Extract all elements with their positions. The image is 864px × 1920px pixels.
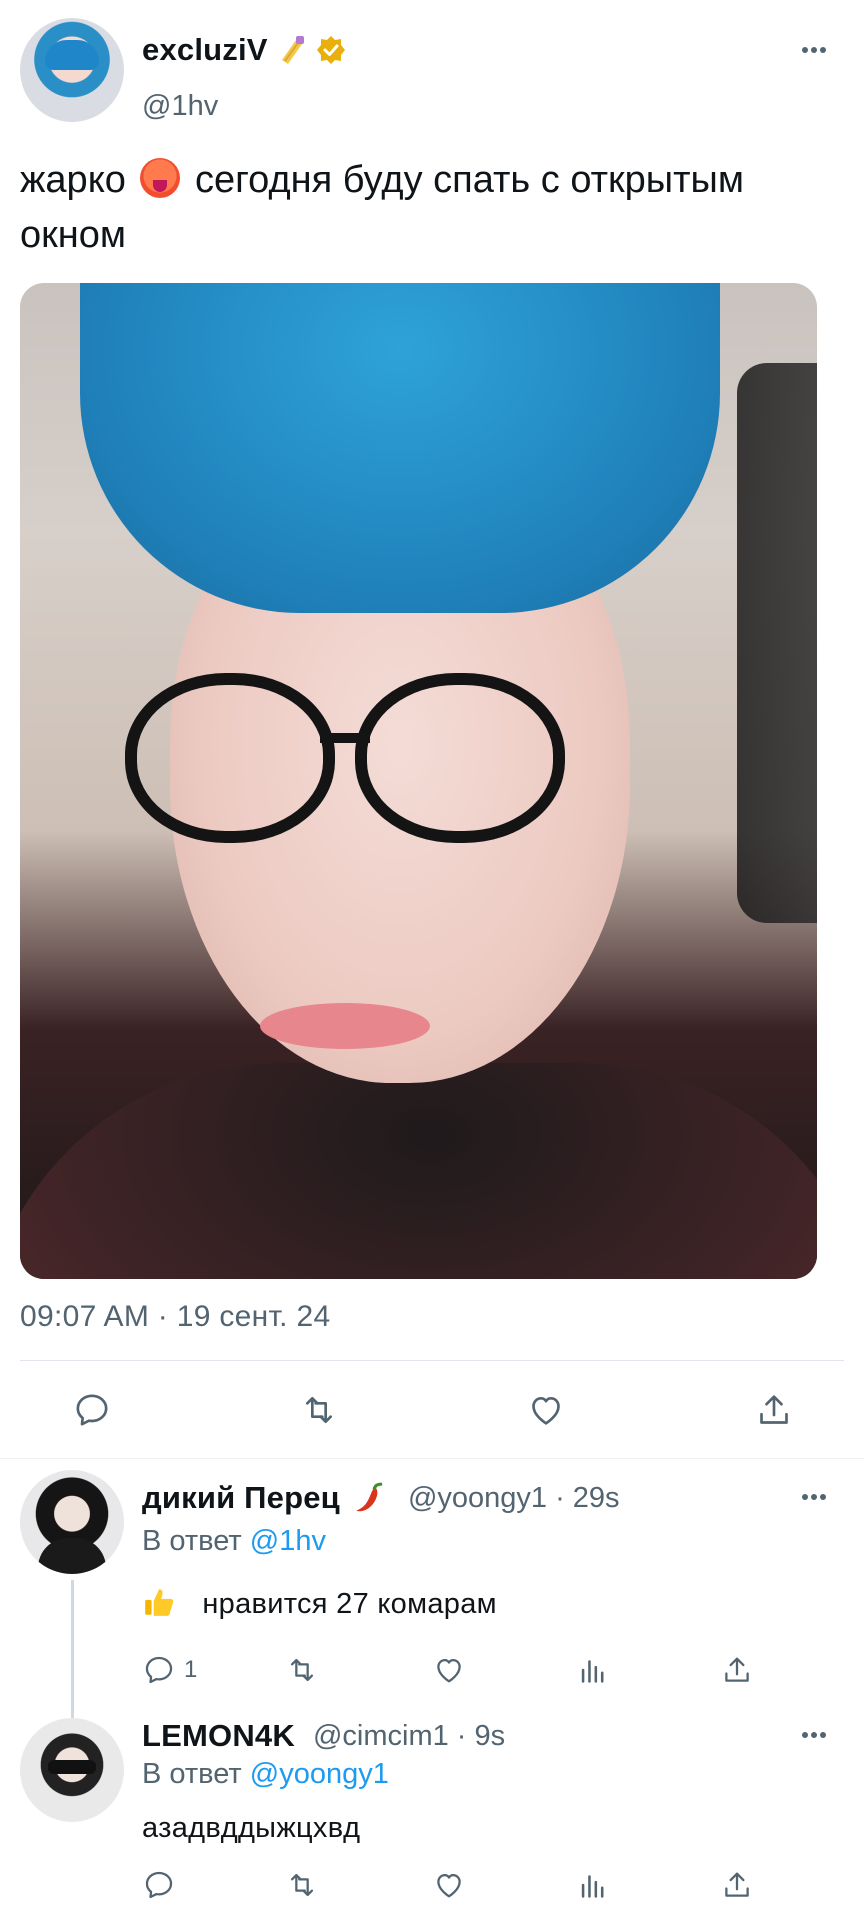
heart-icon[interactable] <box>432 1653 466 1687</box>
mention-link[interactable]: @1hv <box>250 1525 326 1557</box>
nail-polish-icon <box>276 34 308 66</box>
divider <box>0 1458 864 1459</box>
reply-tweet[interactable]: дикий Перец @yoongy1 · 29s В ответ @1hv … <box>0 1470 864 1820</box>
reply-action-bar <box>0 1865 864 1905</box>
display-name[interactable]: excluziV <box>142 32 268 68</box>
share-icon[interactable] <box>754 1390 794 1430</box>
reply-text: азадвддыжцхвд <box>142 1812 361 1844</box>
share-icon[interactable] <box>720 1868 754 1902</box>
tweet-text-before: жарко <box>20 159 126 201</box>
display-name[interactable]: дикий Перец <box>142 1480 340 1516</box>
avatar[interactable] <box>20 18 124 122</box>
author-name-row: excluziV <box>142 32 346 68</box>
hot-pepper-icon <box>352 1481 386 1515</box>
reply-button[interactable]: 1 <box>142 1653 197 1687</box>
avatar[interactable] <box>20 1470 124 1574</box>
tweet-action-bar <box>0 1385 864 1435</box>
tweet-photo[interactable] <box>20 283 817 1279</box>
reply-text: нравится 27 комарам <box>142 1585 497 1621</box>
reply-tweet[interactable]: LEMON4K @cimcim1 · 9s В ответ @yoongy1 а… <box>0 1712 864 1920</box>
divider <box>20 1360 844 1361</box>
more-horizontal-icon[interactable] <box>794 1482 834 1512</box>
analytics-icon[interactable] <box>576 1868 610 1902</box>
tweet-text: жарко сегодня буду спать с открытым окно… <box>20 153 820 263</box>
tweet-timestamp[interactable]: 09:07 AM · 19 сент. 24 <box>20 1300 330 1334</box>
avatar[interactable] <box>20 1718 124 1822</box>
reply-icon[interactable] <box>72 1390 112 1430</box>
author-handle[interactable]: @1hv <box>142 90 218 123</box>
reply-action-bar: 1 <box>0 1650 864 1690</box>
in-reply-to: В ответ @1hv <box>142 1525 326 1558</box>
in-reply-prefix: В ответ <box>142 1525 242 1557</box>
hot-face-icon <box>140 158 181 198</box>
mention-link[interactable]: @yoongy1 <box>250 1758 389 1790</box>
in-reply-prefix: В ответ <box>142 1758 242 1790</box>
thumbs-up-icon <box>142 1585 176 1619</box>
reply-icon <box>142 1653 176 1687</box>
author-name-row: LEMON4K @cimcim1 · 9s <box>142 1718 505 1754</box>
reply-count: 1 <box>184 1656 198 1683</box>
retweet-icon[interactable] <box>284 1653 320 1687</box>
reply-icon[interactable] <box>142 1868 176 1902</box>
author-name-row: дикий Перец @yoongy1 · 29s <box>142 1480 620 1516</box>
verified-badge-icon <box>316 35 346 65</box>
reply-handle-time[interactable]: @cimcim1 · 9s <box>313 1720 505 1753</box>
retweet-icon[interactable] <box>284 1868 320 1902</box>
more-horizontal-icon[interactable] <box>794 35 834 65</box>
analytics-icon[interactable] <box>576 1653 610 1687</box>
retweet-icon[interactable] <box>298 1390 340 1430</box>
tweet-text-after: сегодня буду спать с открытым окном <box>20 159 744 256</box>
reply-handle-time[interactable]: @yoongy1 · 29s <box>408 1482 620 1515</box>
share-icon[interactable] <box>720 1653 754 1687</box>
heart-icon[interactable] <box>432 1868 466 1902</box>
main-tweet: excluziV @1hv жарко сегодня буду спать с… <box>0 0 864 1455</box>
in-reply-to: В ответ @yoongy1 <box>142 1758 389 1791</box>
display-name[interactable]: LEMON4K <box>142 1718 295 1754</box>
heart-icon[interactable] <box>526 1390 566 1430</box>
reply-text-content: нравится 27 комарам <box>202 1588 497 1620</box>
more-horizontal-icon[interactable] <box>794 1720 834 1750</box>
